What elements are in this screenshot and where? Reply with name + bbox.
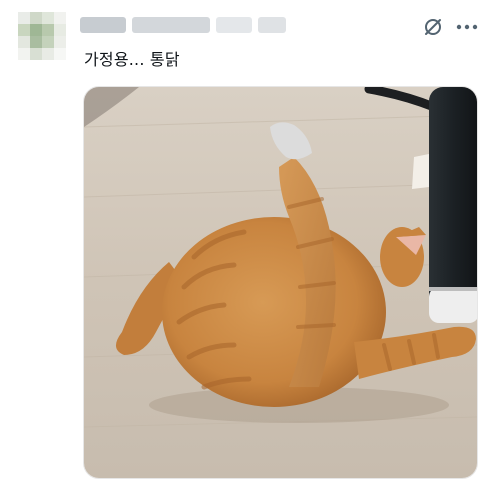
avatar[interactable] [18, 12, 66, 60]
post-text: 가정용... 통닭 [84, 50, 180, 69]
author-name-redacted[interactable] [80, 14, 286, 36]
cat-photo [84, 87, 477, 478]
grok-icon[interactable] [422, 16, 444, 38]
more-options-icon[interactable] [454, 16, 480, 38]
post-media-photo[interactable] [83, 86, 478, 479]
post: 가정용... 통닭 [0, 0, 500, 494]
